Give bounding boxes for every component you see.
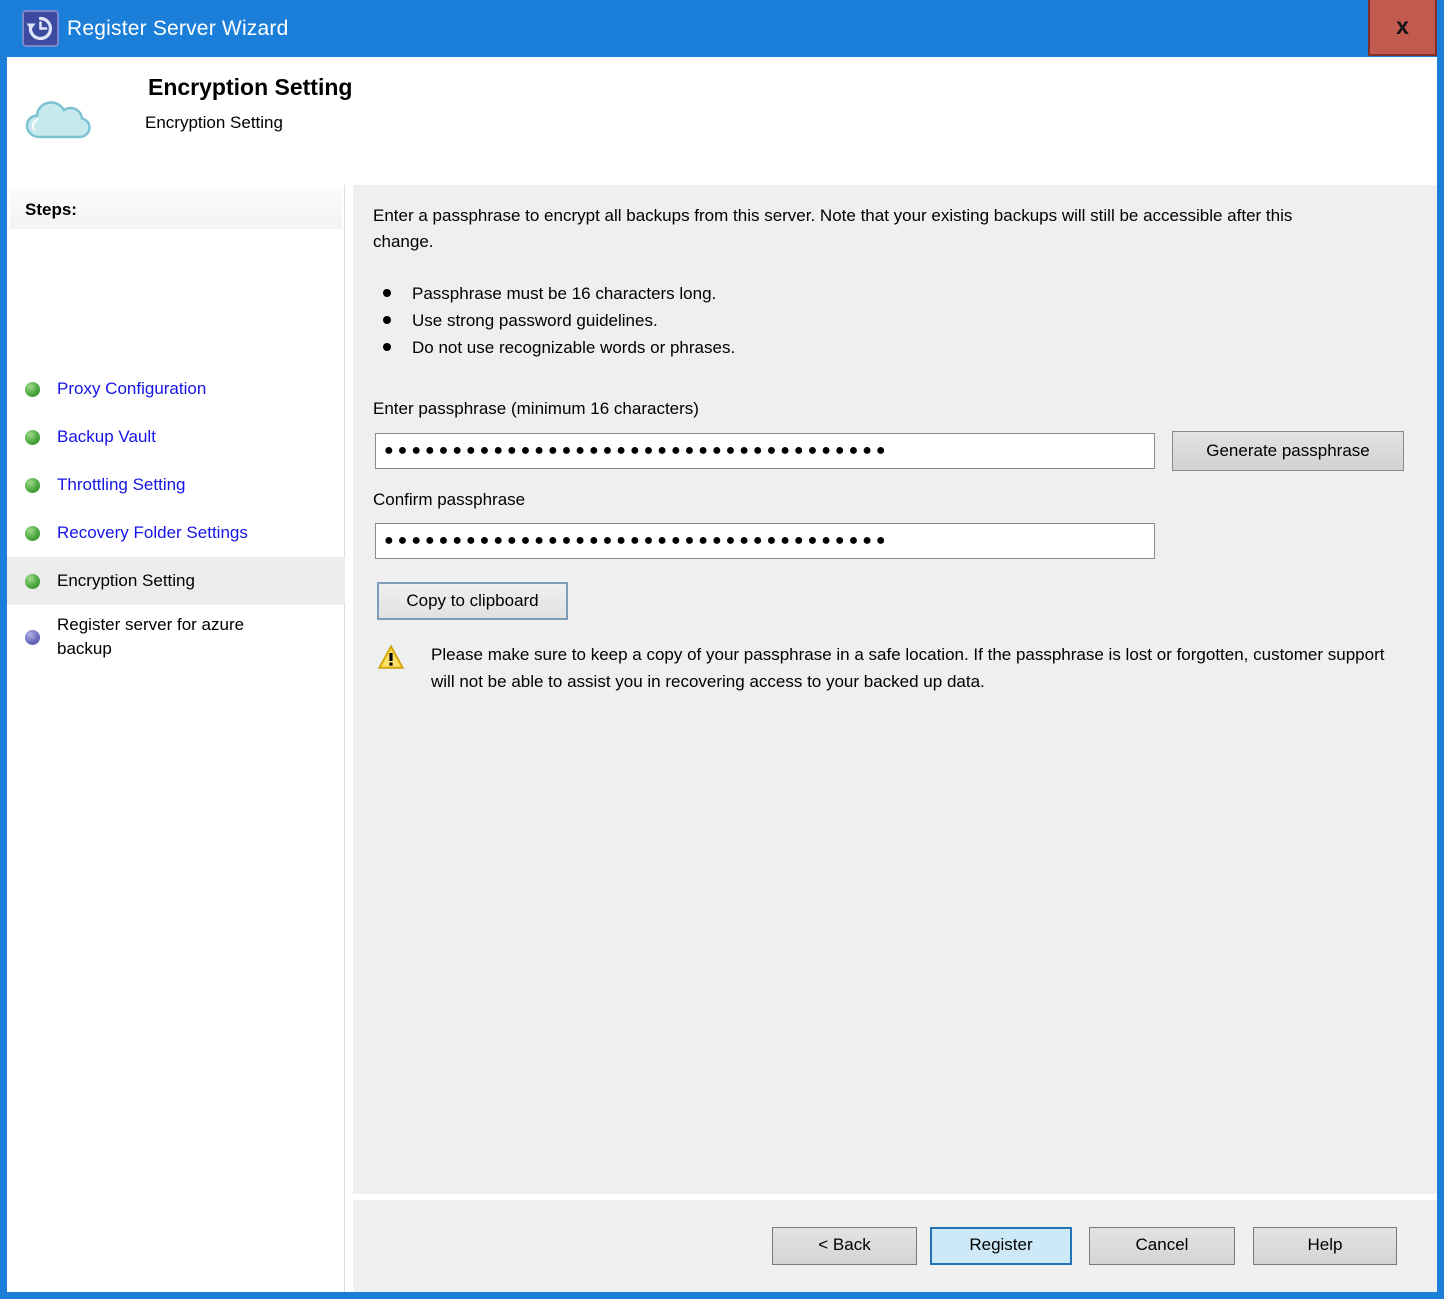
- bullet-icon: [383, 343, 391, 351]
- warning-banner: Please make sure to keep a copy of your …: [378, 641, 1408, 695]
- close-button[interactable]: x: [1368, 0, 1437, 56]
- rule-text: Use strong password guidelines.: [412, 307, 658, 334]
- step-done-icon: [25, 478, 40, 493]
- sidebar-item-proxy-configuration[interactable]: Proxy Configuration: [7, 365, 345, 413]
- title-bar: Register Server Wizard x: [0, 0, 1444, 57]
- sidebar-item-label[interactable]: Proxy Configuration: [57, 377, 206, 401]
- rule-text: Passphrase must be 16 characters long.: [412, 280, 716, 307]
- sidebar-item-label[interactable]: Backup Vault: [57, 425, 156, 449]
- passphrase-rules-list: Passphrase must be 16 characters long. U…: [383, 280, 735, 361]
- sidebar-item-label[interactable]: Throttling Setting: [57, 473, 186, 497]
- copy-to-clipboard-button[interactable]: Copy to clipboard: [377, 582, 568, 620]
- step-pending-icon: [25, 630, 40, 645]
- step-done-icon: [25, 382, 40, 397]
- cloud-icon: [24, 93, 92, 143]
- warning-text: Please make sure to keep a copy of your …: [431, 641, 1396, 695]
- confirm-passphrase-label: Confirm passphrase: [373, 490, 525, 510]
- sidebar-item-register-server: Register server for azure backup: [7, 605, 345, 669]
- step-done-icon: [25, 526, 40, 541]
- steps-heading: Steps:: [10, 190, 342, 229]
- sidebar-item-label[interactable]: Recovery Folder Settings: [57, 521, 248, 545]
- sidebar-item-encryption-setting: Encryption Setting: [7, 557, 345, 605]
- cancel-button[interactable]: Cancel: [1089, 1227, 1235, 1265]
- bullet-icon: [383, 316, 391, 324]
- rule-text: Do not use recognizable words or phrases…: [412, 334, 735, 361]
- sidebar-item-label: Encryption Setting: [57, 569, 195, 593]
- bullet-icon: [383, 289, 391, 297]
- generate-passphrase-button[interactable]: Generate passphrase: [1172, 431, 1404, 471]
- sidebar-item-throttling-setting[interactable]: Throttling Setting: [7, 461, 345, 509]
- passphrase-label: Enter passphrase (minimum 16 characters): [373, 399, 699, 419]
- footer-bar: < Back Register Cancel Help: [353, 1200, 1437, 1292]
- step-done-icon: [25, 574, 40, 589]
- register-server-wizard-window: Register Server Wizard x Encryption Sett…: [0, 0, 1444, 1299]
- step-done-icon: [25, 430, 40, 445]
- window-body: Encryption Setting Encryption Setting St…: [7, 57, 1437, 1292]
- confirm-passphrase-input[interactable]: ●●●●●●●●●●●●●●●●●●●●●●●●●●●●●●●●●●●●●: [375, 523, 1155, 559]
- passphrase-input[interactable]: ●●●●●●●●●●●●●●●●●●●●●●●●●●●●●●●●●●●●●: [375, 433, 1155, 469]
- intro-text: Enter a passphrase to encrypt all backup…: [373, 203, 1338, 255]
- backup-clock-icon: [22, 10, 59, 47]
- warning-icon: [378, 645, 404, 669]
- page-subtitle: Encryption Setting: [145, 113, 283, 133]
- sidebar-item-label: Register server for azure backup: [57, 613, 302, 661]
- window-title: Register Server Wizard: [67, 0, 288, 57]
- rule-item: Use strong password guidelines.: [383, 307, 735, 334]
- main-content: Enter a passphrase to encrypt all backup…: [353, 185, 1437, 1194]
- back-button[interactable]: < Back: [772, 1227, 917, 1265]
- wizard-header: Encryption Setting Encryption Setting: [7, 57, 1437, 185]
- sidebar-item-recovery-folder-settings[interactable]: Recovery Folder Settings: [7, 509, 345, 557]
- register-button[interactable]: Register: [930, 1227, 1072, 1265]
- page-title: Encryption Setting: [148, 74, 352, 101]
- sidebar-item-backup-vault[interactable]: Backup Vault: [7, 413, 345, 461]
- help-button[interactable]: Help: [1253, 1227, 1397, 1265]
- rule-item: Do not use recognizable words or phrases…: [383, 334, 735, 361]
- steps-sidebar: Steps: Proxy Configuration Backup Vault …: [7, 185, 345, 1292]
- rule-item: Passphrase must be 16 characters long.: [383, 280, 735, 307]
